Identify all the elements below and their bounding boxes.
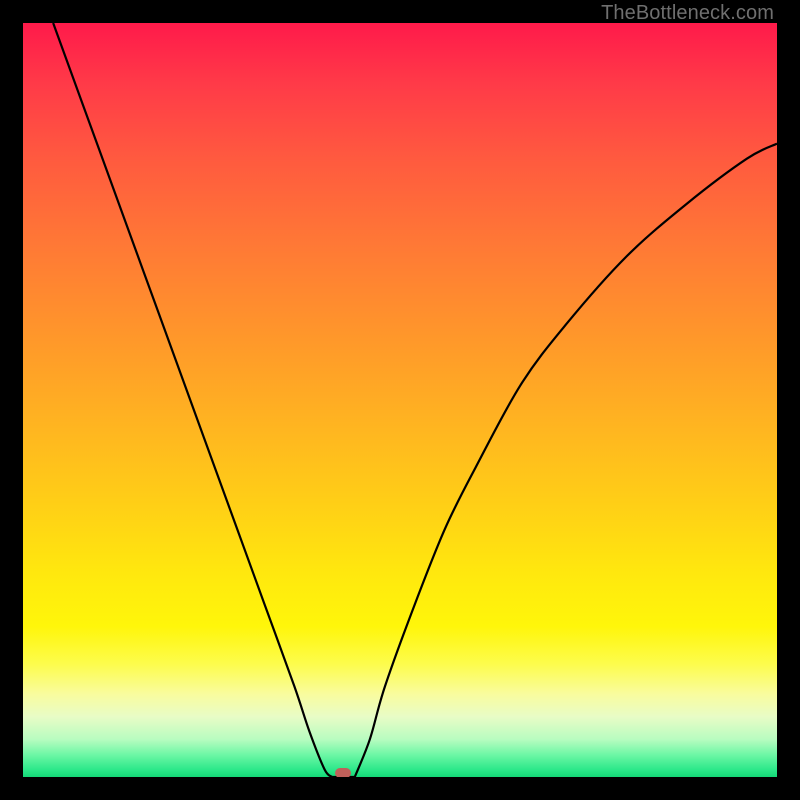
watermark-text: TheBottleneck.com	[601, 2, 774, 25]
curve-right-branch	[355, 144, 777, 777]
bottleneck-curve-plot	[23, 23, 777, 777]
curve-left-branch	[53, 23, 332, 777]
optimum-marker	[335, 768, 351, 778]
